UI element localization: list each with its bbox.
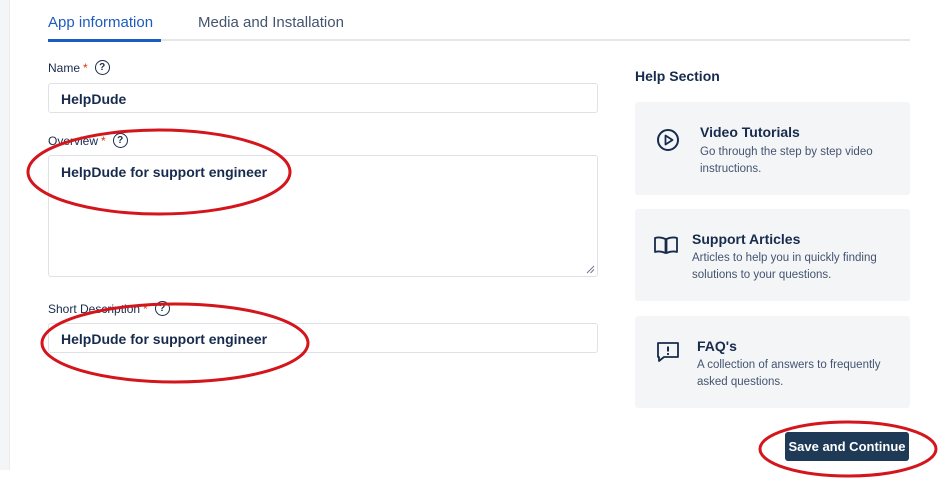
active-tab-indicator <box>48 39 161 42</box>
overview-label-text: Overview <box>48 133 99 148</box>
help-card-title: Support Articles <box>692 231 801 247</box>
resize-grip-icon[interactable] <box>586 265 595 274</box>
help-card-description: A collection of answers to frequently as… <box>697 359 881 388</box>
help-card-support-articles[interactable]: Support Articles Articles to help you in… <box>635 209 910 301</box>
play-circle-icon <box>657 129 679 151</box>
short-description-input[interactable]: HelpDude for support engineer <box>48 323 598 353</box>
name-label-text: Name <box>48 60 81 75</box>
overview-textarea[interactable]: HelpDude for support engineer <box>48 155 598 277</box>
save-and-continue-button[interactable]: Save and Continue <box>785 432 909 461</box>
help-card-title: FAQ's <box>697 338 737 354</box>
help-card-description: Go through the step by step video instru… <box>700 146 873 175</box>
message-alert-icon <box>657 342 679 362</box>
overview-value: HelpDude for support engineer <box>61 164 268 180</box>
name-input[interactable]: HelpDude <box>48 83 598 113</box>
help-card-faqs[interactable]: FAQ's A collection of answers to frequen… <box>635 316 910 408</box>
book-icon <box>654 236 678 254</box>
help-question-icon[interactable]: ? <box>154 301 170 316</box>
short-description-label-text: Short Description <box>48 301 141 316</box>
help-section-title: Help Section <box>635 68 720 84</box>
short-description-label: Short Description * ? <box>48 301 170 316</box>
overview-label: Overview * ? <box>48 133 128 148</box>
help-question-icon[interactable]: ? <box>112 133 128 148</box>
tab-app-information[interactable]: App information <box>48 14 153 31</box>
left-rail <box>0 0 10 470</box>
tab-media-and-installation[interactable]: Media and Installation <box>198 14 344 31</box>
required-marker: * <box>143 301 148 316</box>
required-marker: * <box>101 133 106 148</box>
help-card-description: Articles to help you in quickly finding … <box>692 252 877 281</box>
required-marker: * <box>83 60 88 75</box>
tab-bar: App information Media and Installation <box>48 0 910 42</box>
help-card-title: Video Tutorials <box>700 124 800 140</box>
name-label: Name * ? <box>48 60 110 75</box>
help-card-video-tutorials[interactable]: Video Tutorials Go through the step by s… <box>635 102 910 195</box>
help-question-icon[interactable]: ? <box>94 60 110 75</box>
